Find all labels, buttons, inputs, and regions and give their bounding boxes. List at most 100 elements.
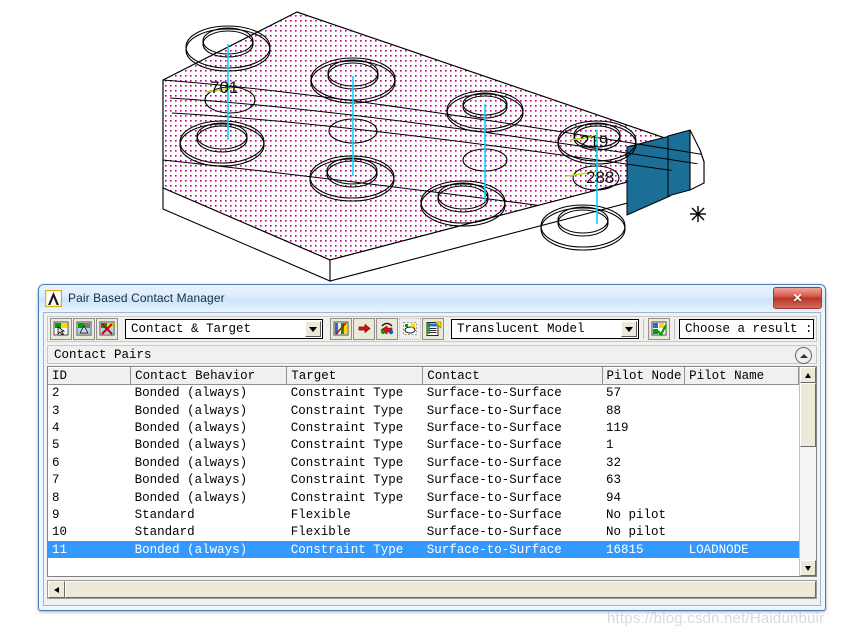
- row-cell-target: Constraint Type: [290, 490, 404, 505]
- show-elements-icon[interactable]: [330, 318, 352, 340]
- row-cell-behavior: Bonded (always): [134, 403, 248, 418]
- row-cell-contact: Surface-to-Surface: [426, 386, 562, 401]
- pair-based-contact-manager-dialog[interactable]: Pair Based Contact Manager ✕ Contact & T…: [38, 284, 826, 611]
- contact-pairs-label: Contact Pairs: [54, 347, 152, 362]
- triad-marker-icon: [690, 206, 706, 222]
- annotation-label-219: 219: [580, 132, 608, 151]
- dialog-titlebar[interactable]: Pair Based Contact Manager ✕: [39, 285, 825, 311]
- contact-pairs-table[interactable]: ID Contact Behavior Target Contact Pilot…: [47, 366, 817, 577]
- delete-pair-icon[interactable]: [96, 318, 118, 340]
- choose-result-combo-value: Choose a result :: [685, 322, 813, 336]
- table-row[interactable]: 7 Bonded (always) Constraint Type Surface-t…: [48, 471, 799, 488]
- show-normals-icon[interactable]: [353, 318, 375, 340]
- row-cell-pilot-node: 32: [606, 455, 622, 470]
- row-cell-contact: Surface-to-Surface: [422, 541, 603, 559]
- contact-pairs-group-header: Contact Pairs: [47, 345, 817, 364]
- watermark-text: https://blog.csdn.net/Haidunbuir: [607, 610, 825, 627]
- table-horizontal-scrollbar[interactable]: [47, 580, 817, 599]
- row-cell-behavior: Bonded (always): [134, 438, 248, 453]
- row-cell-pilot-name: [685, 506, 799, 523]
- row-cell-behavior: Bonded (always): [134, 386, 248, 401]
- row-cell-id: 2: [52, 386, 60, 401]
- flip-contact-target-glyph: [76, 321, 91, 335]
- column-header-pilot-node[interactable]: Pilot Node: [602, 367, 686, 385]
- chevron-down-icon[interactable]: [621, 321, 637, 337]
- table-rows-container: 2 Bonded (always) Constraint Type Surface-t…: [48, 385, 799, 559]
- row-cell-id: 6: [52, 455, 60, 470]
- row-cell-pilot-name: [685, 454, 799, 471]
- choose-result-combo[interactable]: Choose a result :: [679, 319, 814, 339]
- row-cell-behavior: Bonded (always): [134, 473, 248, 488]
- show-contact-region-icon[interactable]: [399, 318, 421, 340]
- row-cell-pilot-name: [685, 437, 799, 454]
- contact-pairs-grid: ID Contact Behavior Target Contact Pilot…: [48, 367, 799, 559]
- toolbar-divider-1: [643, 319, 644, 339]
- flip-normals-glyph: [379, 321, 394, 335]
- chevron-up-icon[interactable]: [795, 347, 812, 364]
- delete-pair-glyph: [99, 321, 114, 335]
- list-properties-icon[interactable]: [422, 318, 444, 340]
- scroll-down-icon[interactable]: [800, 560, 816, 576]
- row-cell-contact: Surface-to-Surface: [426, 473, 562, 488]
- row-cell-contact: Surface-to-Surface: [426, 403, 562, 418]
- flip-normals-icon[interactable]: [376, 318, 398, 340]
- ansys-a-logo-icon: [45, 289, 62, 307]
- ansys-3d-model-viewport[interactable]: 701 219 288: [0, 0, 864, 282]
- table-row[interactable]: 6 Bonded (always) Constraint Type Surface-t…: [48, 454, 799, 471]
- scroll-left-icon[interactable]: [48, 581, 65, 598]
- column-header-target[interactable]: Target: [286, 367, 424, 385]
- row-cell-pilot-name: LOADNODE: [684, 541, 799, 559]
- row-cell-contact: Surface-to-Surface: [426, 525, 562, 540]
- row-cell-pilot-node: No pilot: [606, 525, 667, 540]
- close-button[interactable]: ✕: [773, 287, 822, 309]
- row-cell-behavior: Standard: [134, 507, 195, 522]
- table-row[interactable]: 11 Bonded (always) Constraint Type Surface-…: [48, 541, 799, 559]
- dialog-client-area: Contact & Target Translucent Model Choos…: [43, 312, 821, 606]
- row-cell-pilot-name: [685, 402, 799, 419]
- chevron-down-icon[interactable]: [305, 321, 321, 337]
- row-cell-target: Flexible: [290, 525, 351, 540]
- vertical-scroll-thumb[interactable]: [800, 383, 816, 447]
- row-cell-behavior: Bonded (always): [134, 455, 248, 470]
- table-row[interactable]: 5 Bonded (always) Constraint Type Surface-t…: [48, 437, 799, 454]
- annotation-label-288: 288: [586, 168, 614, 187]
- pick-contact-icon[interactable]: [50, 318, 72, 340]
- row-cell-id: 9: [52, 507, 60, 522]
- show-contact-region-glyph: [402, 321, 417, 335]
- column-header-behavior[interactable]: Contact Behavior: [130, 367, 288, 385]
- flip-contact-target-icon[interactable]: [73, 318, 95, 340]
- row-cell-target: Constraint Type: [290, 386, 404, 401]
- table-row[interactable]: 4 Bonded (always) Constraint Type Surface-t…: [48, 419, 799, 436]
- translucent-model-combo[interactable]: Translucent Model: [451, 319, 639, 339]
- table-row[interactable]: 10 Standard Flexible Surface-to-Surface No p…: [48, 524, 799, 541]
- column-header-contact[interactable]: Contact: [422, 367, 603, 385]
- vertical-scroll-track[interactable]: [800, 383, 816, 560]
- row-cell-pilot-name: [685, 489, 799, 506]
- table-row[interactable]: 9 Standard Flexible Surface-to-Surface No pi…: [48, 506, 799, 523]
- row-cell-pilot-name: [685, 471, 799, 488]
- row-cell-target: Constraint Type: [290, 403, 404, 418]
- table-vertical-scrollbar[interactable]: [799, 367, 816, 576]
- row-cell-contact: Surface-to-Surface: [426, 507, 562, 522]
- row-cell-id: 3: [52, 403, 60, 418]
- column-header-id[interactable]: ID: [48, 367, 132, 385]
- row-cell-behavior: Standard: [134, 525, 195, 540]
- toolbar-divider-2: [674, 319, 675, 339]
- row-cell-target: Constraint Type: [290, 438, 404, 453]
- table-row[interactable]: 8 Bonded (always) Constraint Type Surface-t…: [48, 489, 799, 506]
- list-properties-glyph: [426, 321, 441, 336]
- horizontal-scroll-thumb[interactable]: [65, 581, 816, 598]
- selected-face-extension: [667, 129, 691, 197]
- scroll-up-icon[interactable]: [800, 367, 816, 383]
- table-row[interactable]: 3 Bonded (always) Constraint Type Surface-t…: [48, 402, 799, 419]
- row-cell-pilot-node: 88: [606, 403, 622, 418]
- row-cell-behavior: Bonded (always): [134, 490, 248, 505]
- column-header-pilot-name[interactable]: Pilot Name: [684, 367, 799, 385]
- row-cell-id: 10: [52, 525, 68, 540]
- check-contact-status-icon[interactable]: [648, 318, 670, 340]
- row-cell-contact: Surface-to-Surface: [426, 438, 562, 453]
- table-row[interactable]: 2 Bonded (always) Constraint Type Surface-t…: [48, 385, 799, 402]
- row-cell-target: Flexible: [290, 507, 351, 522]
- row-cell-pilot-name: [685, 419, 799, 436]
- contact-target-combo[interactable]: Contact & Target: [125, 319, 323, 339]
